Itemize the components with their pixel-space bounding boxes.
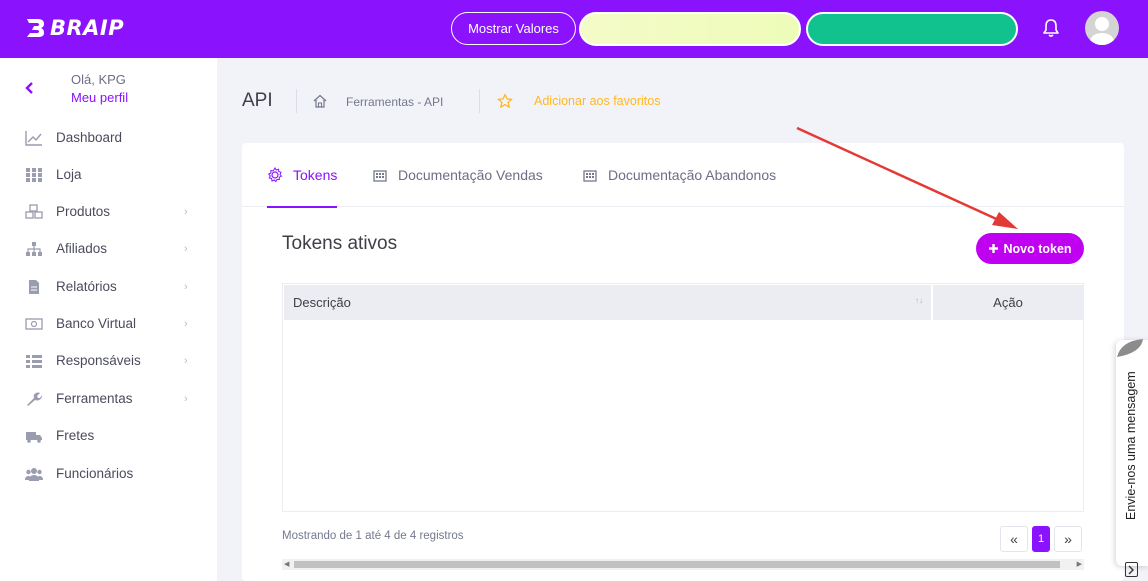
sidebar-item-label: Relatórios [56, 279, 117, 294]
building-icon [583, 170, 597, 182]
sidebar-item-dashboard[interactable]: Dashboard [0, 119, 217, 156]
sidebar-item-responsaveis[interactable]: Responsáveis › [0, 342, 217, 379]
tab-tokens[interactable]: Tokens [267, 143, 338, 208]
sidebar-item-label: Produtos [56, 204, 111, 219]
chat-toggle-icon[interactable] [1125, 562, 1138, 577]
divider [296, 89, 297, 113]
user-greeting: Olá, KPG [71, 72, 126, 87]
user-icon [1089, 17, 1115, 45]
column-header-acao: Ação [933, 285, 1083, 320]
my-profile-link[interactable]: Meu perfil [71, 90, 128, 105]
file-icon [29, 279, 39, 294]
sidebar-item-label: Banco Virtual [56, 316, 137, 331]
tab-documentacao-abandonos[interactable]: Documentação Abandonos [582, 143, 776, 207]
money-icon [25, 317, 43, 330]
sidebar-item-ferramentas[interactable]: Ferramentas › [0, 380, 217, 417]
sidebar-item-label: Funcionários [56, 466, 134, 481]
chevron-right-icon: › [184, 205, 188, 218]
api-card: Tokens Documentação Vendas Documentação … [242, 143, 1124, 581]
next-page-button[interactable]: » [1054, 526, 1082, 552]
sidebar-item-label: Loja [56, 167, 82, 182]
column-header-descricao[interactable]: Descrição ↑↓ [284, 285, 931, 320]
sidebar-item-loja[interactable]: Loja [0, 156, 217, 193]
sidebar-item-afiliados[interactable]: Afiliados › [0, 230, 217, 267]
leaf-icon [1117, 339, 1143, 357]
list-icon [26, 354, 42, 368]
scroll-left-icon[interactable]: ◀ [284, 560, 289, 568]
chevron-right-icon: › [184, 280, 188, 293]
sidebar-item-relatorios[interactable]: Relatórios › [0, 268, 217, 305]
star-icon[interactable] [497, 93, 513, 109]
tab-label: Documentação Vendas [398, 167, 543, 183]
collapse-sidebar-icon[interactable] [24, 81, 36, 95]
chevron-right-icon: › [184, 242, 188, 255]
sidebar-item-label: Ferramentas [56, 391, 133, 406]
building-icon [373, 170, 387, 182]
divider [479, 89, 480, 113]
sidebar-item-label: Responsáveis [56, 353, 141, 368]
sitemap-icon [26, 241, 42, 256]
wrench-icon [27, 392, 42, 406]
chevron-right-icon: › [184, 354, 188, 367]
pagination: « 1 » [1000, 526, 1082, 554]
chevron-right-icon: › [184, 317, 188, 330]
breadcrumb[interactable]: Ferramentas - API [346, 95, 443, 109]
show-values-button[interactable]: Mostrar Valores [451, 12, 576, 45]
scrollbar-thumb[interactable] [294, 561, 1060, 568]
prev-page-button[interactable]: « [1000, 526, 1028, 552]
tab-label: Documentação Abandonos [608, 167, 777, 183]
tab-documentacao-vendas[interactable]: Documentação Vendas [372, 143, 543, 207]
users-icon [25, 467, 43, 481]
column-header-label: Descrição [293, 295, 351, 310]
tab-bar: Tokens Documentação Vendas Documentação … [242, 143, 1124, 208]
sidebar-item-label: Fretes [56, 428, 95, 443]
tokens-table: Descrição ↑↓ Ação [282, 283, 1084, 512]
home-icon[interactable] [313, 94, 327, 108]
truck-icon [26, 431, 42, 443]
page-button-current[interactable]: 1 [1032, 526, 1050, 552]
chat-widget-label[interactable]: Envie-nos uma mensagem [1124, 371, 1138, 520]
logo-mark-icon [27, 19, 44, 37]
sidebar: Olá, KPG Meu perfil Dashboard Loja Produ… [0, 58, 217, 581]
horizontal-scrollbar[interactable]: ◀ ▶ [282, 559, 1084, 570]
sidebar-item-produtos[interactable]: Produtos › [0, 193, 217, 230]
section-title: Tokens ativos [282, 233, 398, 254]
plus-icon [989, 244, 999, 253]
chevron-right-icon: › [184, 392, 188, 405]
balance-pill-secondary[interactable] [806, 12, 1018, 46]
new-token-button[interactable]: Novo token [976, 233, 1084, 264]
brand-name: BRAIP [50, 16, 125, 40]
avatar[interactable] [1085, 11, 1119, 45]
sidebar-item-label: Afiliados [56, 241, 108, 256]
scroll-right-icon[interactable]: ▶ [1077, 560, 1082, 568]
sidebar-item-funcionarios[interactable]: Funcionários [0, 455, 217, 492]
table-info: Mostrando de 1 até 4 de 4 registros [282, 530, 464, 542]
chart-line-icon [25, 130, 42, 146]
new-token-label: Novo token [1003, 241, 1072, 256]
sidebar-item-fretes[interactable]: Fretes [0, 417, 217, 454]
sidebar-item-label: Dashboard [56, 130, 123, 145]
column-header-label: Ação [993, 295, 1023, 310]
grid-icon [26, 167, 42, 182]
page-title: API [242, 90, 273, 111]
sort-icon[interactable]: ↑↓ [915, 296, 923, 305]
sidebar-item-banco-virtual[interactable]: Banco Virtual › [0, 305, 217, 342]
top-bar: BRAIP Mostrar Valores [0, 0, 1148, 58]
gear-icon [267, 167, 283, 183]
boxes-icon [25, 203, 43, 219]
tab-label: Tokens [293, 167, 338, 183]
bell-icon[interactable] [1040, 17, 1062, 39]
balance-pill-primary[interactable] [579, 12, 801, 46]
add-to-favorites-link[interactable]: Adicionar aos favoritos [534, 94, 660, 108]
braip-logo[interactable]: BRAIP [24, 10, 124, 46]
